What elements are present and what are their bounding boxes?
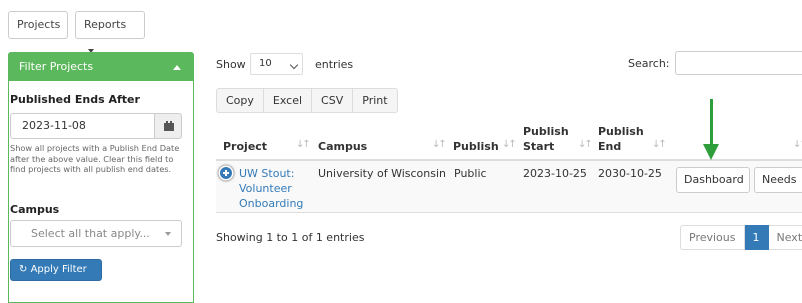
column-header-campus[interactable]: Campus	[318, 139, 367, 154]
column-header-publish-end-line2: End	[598, 140, 622, 153]
apply-filter-label: Apply Filter	[30, 264, 87, 275]
column-header-publish-end[interactable]: Publish End	[598, 124, 644, 154]
published-ends-help-text: Show all projects with a Publish End Dat…	[10, 143, 180, 175]
table-info: Showing 1 to 1 of 1 entries	[216, 231, 365, 244]
column-header-publish-start[interactable]: Publish Start	[523, 124, 569, 154]
annotation-arrow-shaft	[710, 99, 713, 145]
nav-reports-label: Reports	[84, 18, 127, 31]
sort-icon[interactable]: ↓↑	[793, 139, 802, 150]
row-campus: University of Wisconsin	[318, 167, 447, 180]
campus-label: Campus	[10, 203, 60, 216]
needs-button[interactable]: Needs	[754, 167, 802, 193]
nav-reports-dropdown[interactable]: Reports	[75, 11, 145, 53]
sort-icon[interactable]: ↓↑	[578, 139, 593, 150]
chevron-up-icon[interactable]	[173, 65, 181, 70]
annotation-arrow-down-icon	[703, 144, 719, 160]
page-1-button[interactable]: 1	[744, 225, 769, 250]
entries-label: entries	[315, 58, 354, 71]
published-ends-date-input[interactable]: 2023-11-08	[10, 113, 155, 139]
column-header-project[interactable]: Project	[223, 139, 267, 154]
sort-asc-icon[interactable]: ↓↑	[296, 139, 311, 150]
calendar-icon	[164, 121, 174, 131]
entries-per-page-select[interactable]: 10	[250, 53, 303, 75]
show-label: Show	[216, 58, 246, 71]
sort-icon[interactable]: ↓↑	[652, 139, 667, 150]
row-publish-end: 2030-10-25	[598, 167, 662, 180]
copy-button[interactable]: Copy	[216, 88, 264, 113]
project-name-line3: Onboarding	[239, 197, 304, 210]
refresh-icon: ↻	[19, 264, 28, 275]
print-button[interactable]: Print	[353, 88, 398, 113]
column-header-publish-start-line2: Start	[523, 140, 555, 153]
entries-per-page-value: 10	[259, 58, 272, 69]
row-publish: Public	[454, 167, 487, 180]
dashboard-button[interactable]: Dashboard	[676, 167, 750, 193]
filter-panel-title: Filter Projects	[19, 60, 94, 73]
csv-button[interactable]: CSV	[312, 88, 354, 113]
campus-select[interactable]: Select all that apply...	[10, 220, 182, 247]
excel-button[interactable]: Excel	[263, 88, 313, 113]
table-row-border	[216, 212, 802, 213]
previous-page-button[interactable]: Previous	[680, 225, 745, 250]
project-name-link[interactable]: UW Stout: Volunteer Onboarding	[239, 166, 303, 211]
project-name-line1: UW Stout:	[239, 167, 295, 180]
campus-select-placeholder: Select all that apply...	[31, 227, 150, 240]
project-name-line2: Volunteer	[239, 182, 292, 195]
column-header-publish[interactable]: Publish	[453, 139, 499, 154]
next-page-button[interactable]: Next	[768, 225, 802, 250]
pagination: Previous 1 Next	[680, 225, 802, 250]
sort-icon[interactable]: ↓↑	[432, 139, 447, 150]
published-ends-label: Published Ends After	[10, 93, 140, 106]
column-header-publish-start-line1: Publish	[523, 125, 569, 138]
search-input[interactable]	[675, 51, 802, 75]
apply-filter-button[interactable]: ↻ Apply Filter	[10, 259, 102, 281]
chevron-down-icon	[289, 60, 299, 70]
column-header-publish-end-line1: Publish	[598, 125, 644, 138]
sort-icon[interactable]: ↓↑	[502, 139, 517, 150]
top-nav: Projects Reports	[0, 0, 802, 53]
calendar-button[interactable]	[154, 113, 182, 139]
search-label: Search:	[628, 57, 670, 70]
nav-projects-button[interactable]: Projects	[8, 11, 68, 39]
row-publish-start: 2023-10-25	[523, 167, 587, 180]
export-button-group: Copy Excel CSV Print	[216, 88, 398, 113]
filter-panel-header[interactable]: Filter Projects	[9, 53, 193, 81]
expand-row-icon[interactable]	[220, 167, 232, 179]
caret-down-icon	[165, 232, 171, 236]
